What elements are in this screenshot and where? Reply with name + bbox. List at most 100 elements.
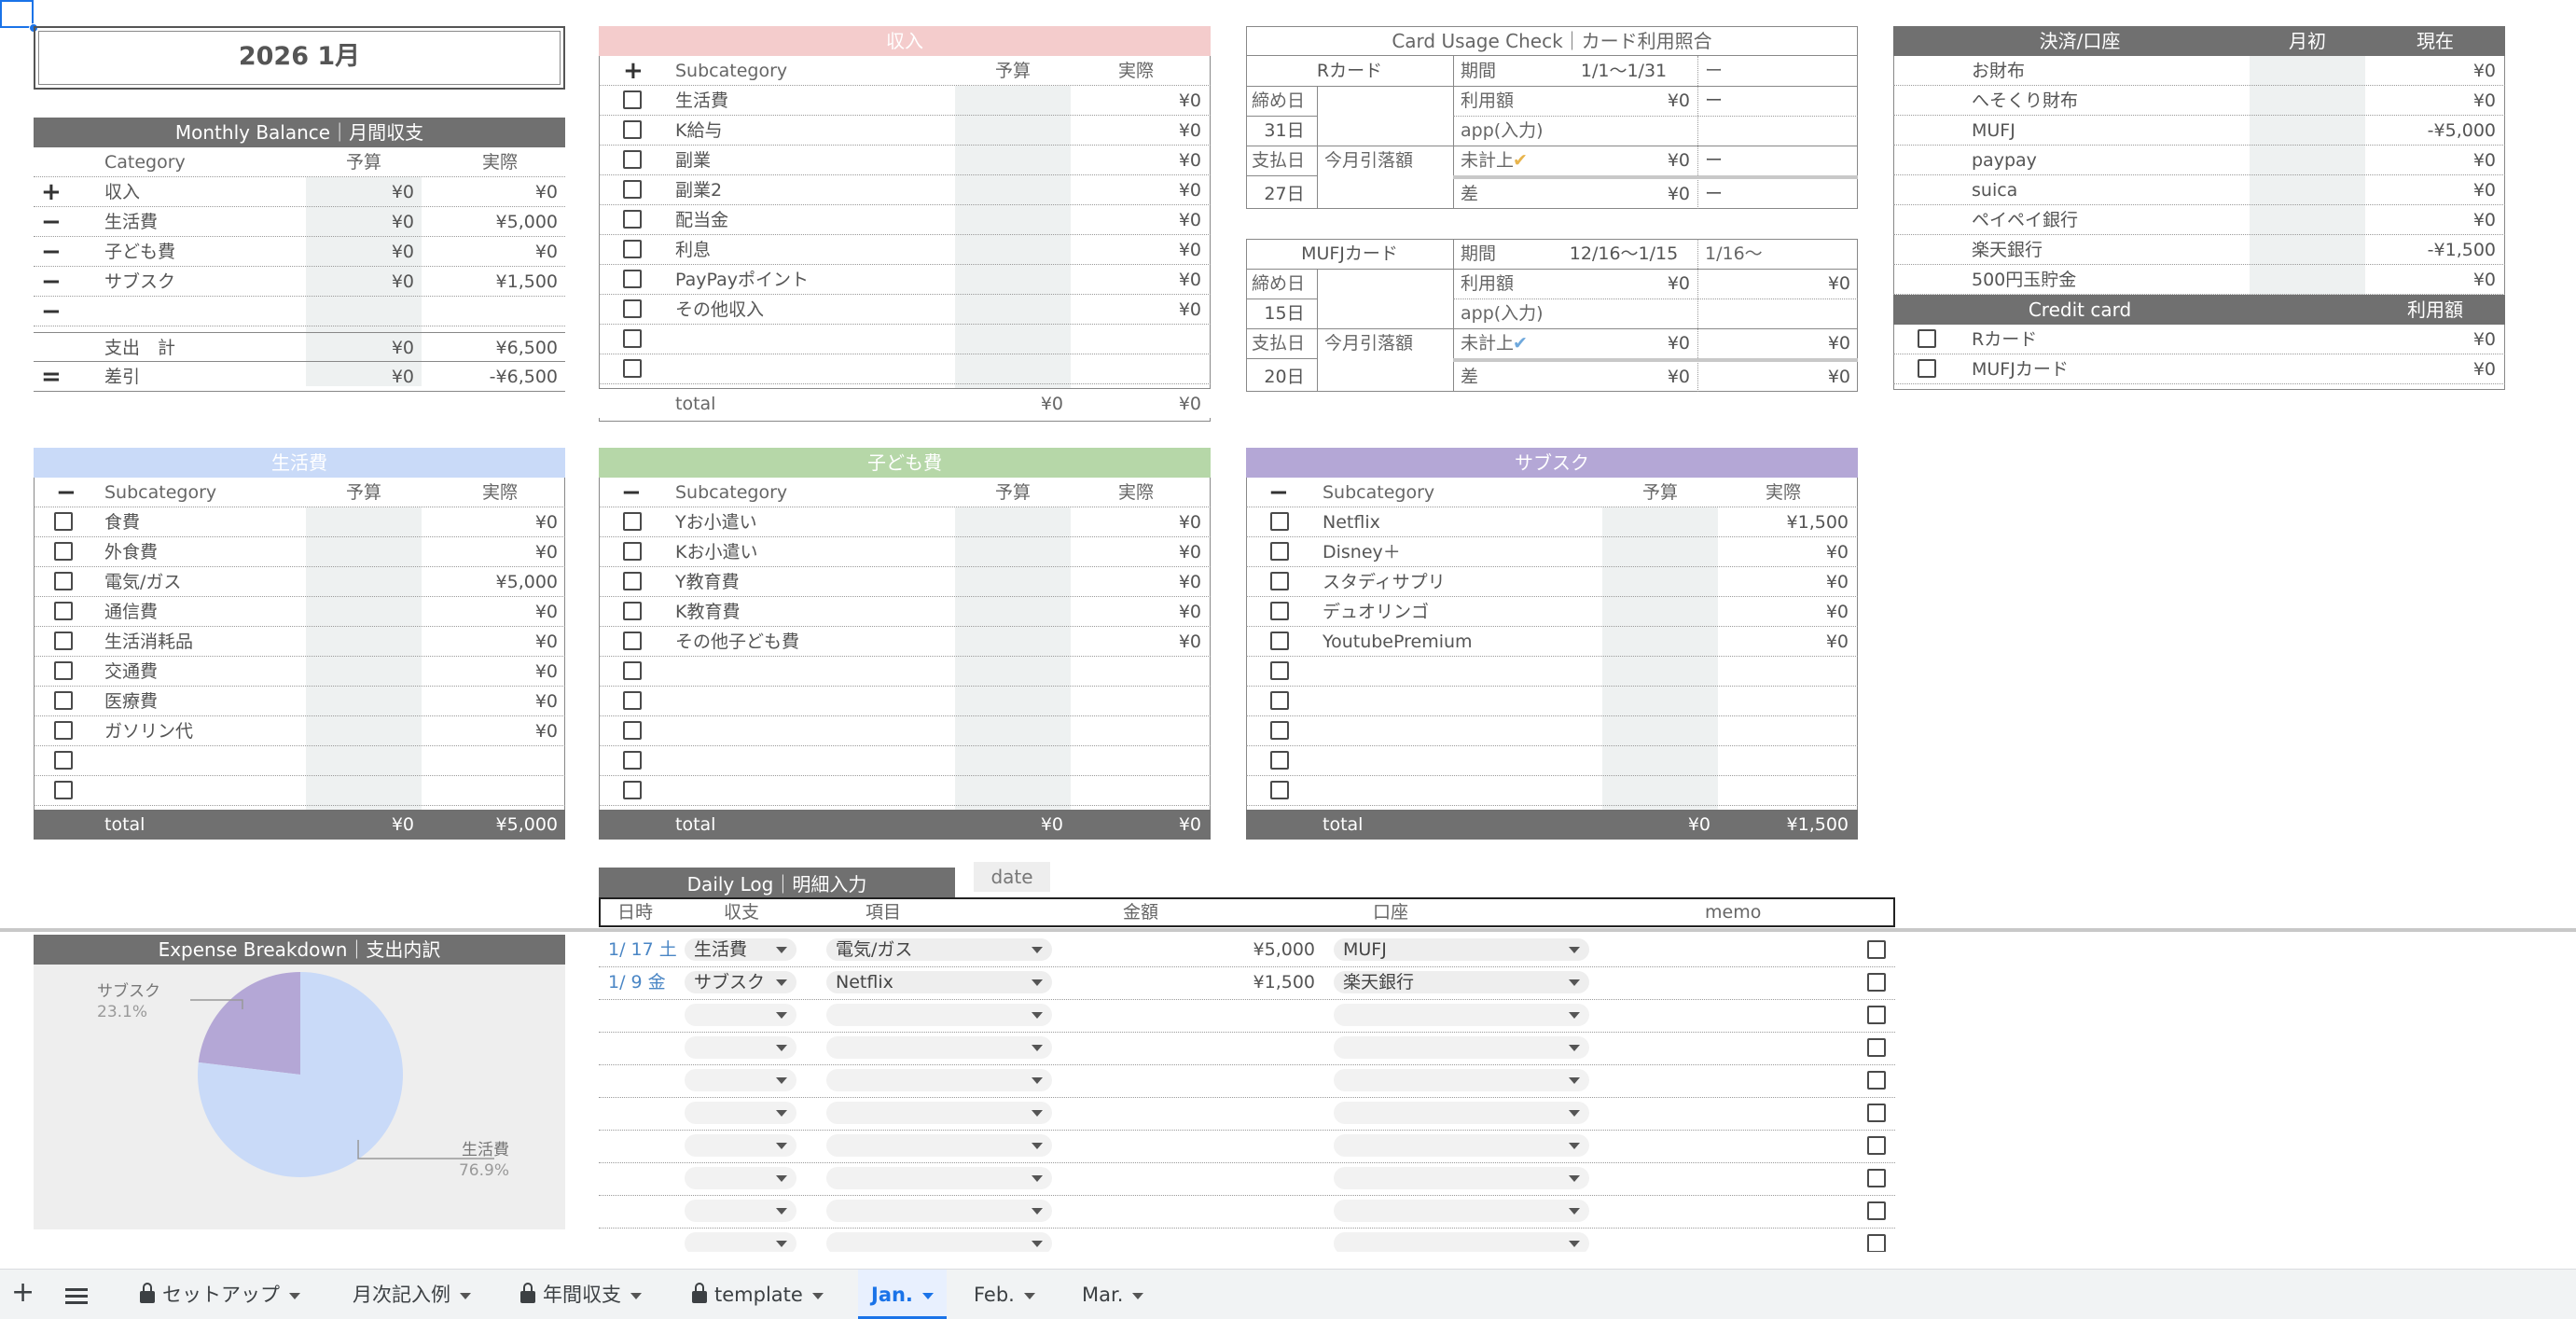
row-checkbox[interactable] xyxy=(1270,721,1289,740)
log-amount[interactable] xyxy=(1065,1065,1315,1095)
date-filter-chip[interactable]: date xyxy=(974,862,1050,892)
chevron-down-icon[interactable] xyxy=(811,1292,824,1299)
row-checkbox[interactable] xyxy=(1270,691,1289,710)
log-item-dropdown[interactable] xyxy=(826,1102,1052,1124)
log-item-dropdown[interactable] xyxy=(826,1200,1052,1222)
log-date[interactable] xyxy=(608,1065,685,1095)
log-date[interactable] xyxy=(608,1163,685,1193)
log-amount[interactable] xyxy=(1065,1163,1315,1193)
row-checkbox[interactable] xyxy=(1867,940,1886,959)
row-checkbox[interactable] xyxy=(1867,1169,1886,1187)
log-date[interactable] xyxy=(608,1131,685,1160)
row-checkbox[interactable] xyxy=(623,240,642,258)
log-date[interactable] xyxy=(608,1098,685,1128)
row-checkbox[interactable] xyxy=(1867,1071,1886,1090)
log-account-dropdown[interactable]: MUFJ xyxy=(1334,938,1589,961)
row-checkbox[interactable] xyxy=(623,781,642,799)
row-checkbox[interactable] xyxy=(623,359,642,378)
log-account-dropdown[interactable] xyxy=(1334,1102,1589,1124)
log-amount[interactable] xyxy=(1065,1033,1315,1062)
log-date[interactable]: 1/ 9 金 xyxy=(608,967,685,997)
row-checkbox[interactable] xyxy=(623,120,642,139)
sheet-tab[interactable]: Mar. xyxy=(1082,1270,1144,1319)
log-account-dropdown[interactable] xyxy=(1334,1004,1589,1026)
log-item-dropdown[interactable]: Netflix xyxy=(826,971,1052,993)
row-checkbox[interactable] xyxy=(623,721,642,740)
log-amount[interactable] xyxy=(1065,1098,1315,1128)
log-amount[interactable] xyxy=(1065,1229,1315,1252)
chevron-down-icon[interactable] xyxy=(1132,1292,1144,1299)
add-sheet-icon[interactable]: + xyxy=(11,1270,35,1319)
log-date[interactable] xyxy=(608,1196,685,1226)
row-checkbox[interactable] xyxy=(54,721,73,740)
log-item-dropdown[interactable] xyxy=(826,1232,1052,1252)
row-checkbox[interactable] xyxy=(623,751,642,770)
row-checkbox[interactable] xyxy=(54,751,73,770)
row-checkbox[interactable] xyxy=(1918,359,1936,378)
log-account-dropdown[interactable] xyxy=(1334,1134,1589,1157)
log-type-dropdown[interactable] xyxy=(685,1232,796,1252)
log-type-dropdown[interactable]: 生活費 xyxy=(685,938,796,961)
chevron-down-icon[interactable] xyxy=(1023,1292,1035,1299)
log-item-dropdown[interactable]: 電気/ガス xyxy=(826,938,1052,961)
row-checkbox[interactable] xyxy=(54,691,73,710)
log-amount[interactable]: ¥1,500 xyxy=(1065,967,1315,997)
log-type-dropdown[interactable] xyxy=(685,1004,796,1026)
log-amount[interactable] xyxy=(1065,1000,1315,1030)
log-account-dropdown[interactable] xyxy=(1334,1036,1589,1059)
log-item-dropdown[interactable] xyxy=(826,1004,1052,1026)
row-checkbox[interactable] xyxy=(623,299,642,318)
row-checkbox[interactable] xyxy=(1867,973,1886,992)
log-date[interactable] xyxy=(608,1000,685,1030)
row-checkbox[interactable] xyxy=(623,661,642,680)
sheet-tab[interactable]: template xyxy=(692,1270,824,1319)
row-checkbox[interactable] xyxy=(54,661,73,680)
log-account-dropdown[interactable] xyxy=(1334,1232,1589,1252)
row-checkbox[interactable] xyxy=(1867,1006,1886,1024)
row-checkbox[interactable] xyxy=(623,512,642,531)
chevron-down-icon[interactable] xyxy=(289,1292,300,1299)
row-checkbox[interactable] xyxy=(1918,329,1936,348)
log-account-dropdown[interactable]: 楽天銀行 xyxy=(1334,971,1589,993)
row-checkbox[interactable] xyxy=(1270,512,1289,531)
row-checkbox[interactable] xyxy=(54,542,73,561)
row-checkbox[interactable] xyxy=(623,691,642,710)
row-checkbox[interactable] xyxy=(1867,1038,1886,1057)
row-checkbox[interactable] xyxy=(1270,781,1289,799)
row-checkbox[interactable] xyxy=(623,542,642,561)
all-sheets-icon[interactable] xyxy=(65,1270,88,1319)
row-checkbox[interactable] xyxy=(1270,632,1289,650)
log-amount[interactable] xyxy=(1065,1131,1315,1160)
chevron-down-icon[interactable] xyxy=(460,1292,471,1299)
row-checkbox[interactable] xyxy=(1867,1234,1886,1252)
sheet-tab[interactable]: Jan. xyxy=(858,1270,947,1319)
row-checkbox[interactable] xyxy=(54,512,73,531)
row-checkbox[interactable] xyxy=(54,602,73,620)
log-date[interactable] xyxy=(608,1229,685,1252)
log-account-dropdown[interactable] xyxy=(1334,1069,1589,1091)
log-type-dropdown[interactable] xyxy=(685,1102,796,1124)
log-date[interactable] xyxy=(608,1033,685,1062)
sheet-tab[interactable]: Feb. xyxy=(974,1270,1035,1319)
row-checkbox[interactable] xyxy=(1270,542,1289,561)
row-checkbox[interactable] xyxy=(623,602,642,620)
freeze-divider[interactable] xyxy=(0,928,2576,932)
row-checkbox[interactable] xyxy=(1867,1201,1886,1220)
log-item-dropdown[interactable] xyxy=(826,1134,1052,1157)
log-type-dropdown[interactable] xyxy=(685,1036,796,1059)
log-amount[interactable]: ¥5,000 xyxy=(1065,935,1315,965)
sheet-tab[interactable]: セットアップ xyxy=(140,1270,300,1319)
row-checkbox[interactable] xyxy=(623,572,642,590)
selected-cell[interactable] xyxy=(0,0,34,28)
row-checkbox[interactable] xyxy=(54,781,73,799)
row-checkbox[interactable] xyxy=(1270,572,1289,590)
sheet-tab[interactable]: 年間収支 xyxy=(520,1270,642,1319)
row-checkbox[interactable] xyxy=(623,180,642,199)
log-item-dropdown[interactable] xyxy=(826,1069,1052,1091)
row-checkbox[interactable] xyxy=(1867,1136,1886,1155)
log-item-dropdown[interactable] xyxy=(826,1167,1052,1189)
row-checkbox[interactable] xyxy=(54,632,73,650)
row-checkbox[interactable] xyxy=(1270,661,1289,680)
log-type-dropdown[interactable] xyxy=(685,1069,796,1091)
log-type-dropdown[interactable] xyxy=(685,1167,796,1189)
